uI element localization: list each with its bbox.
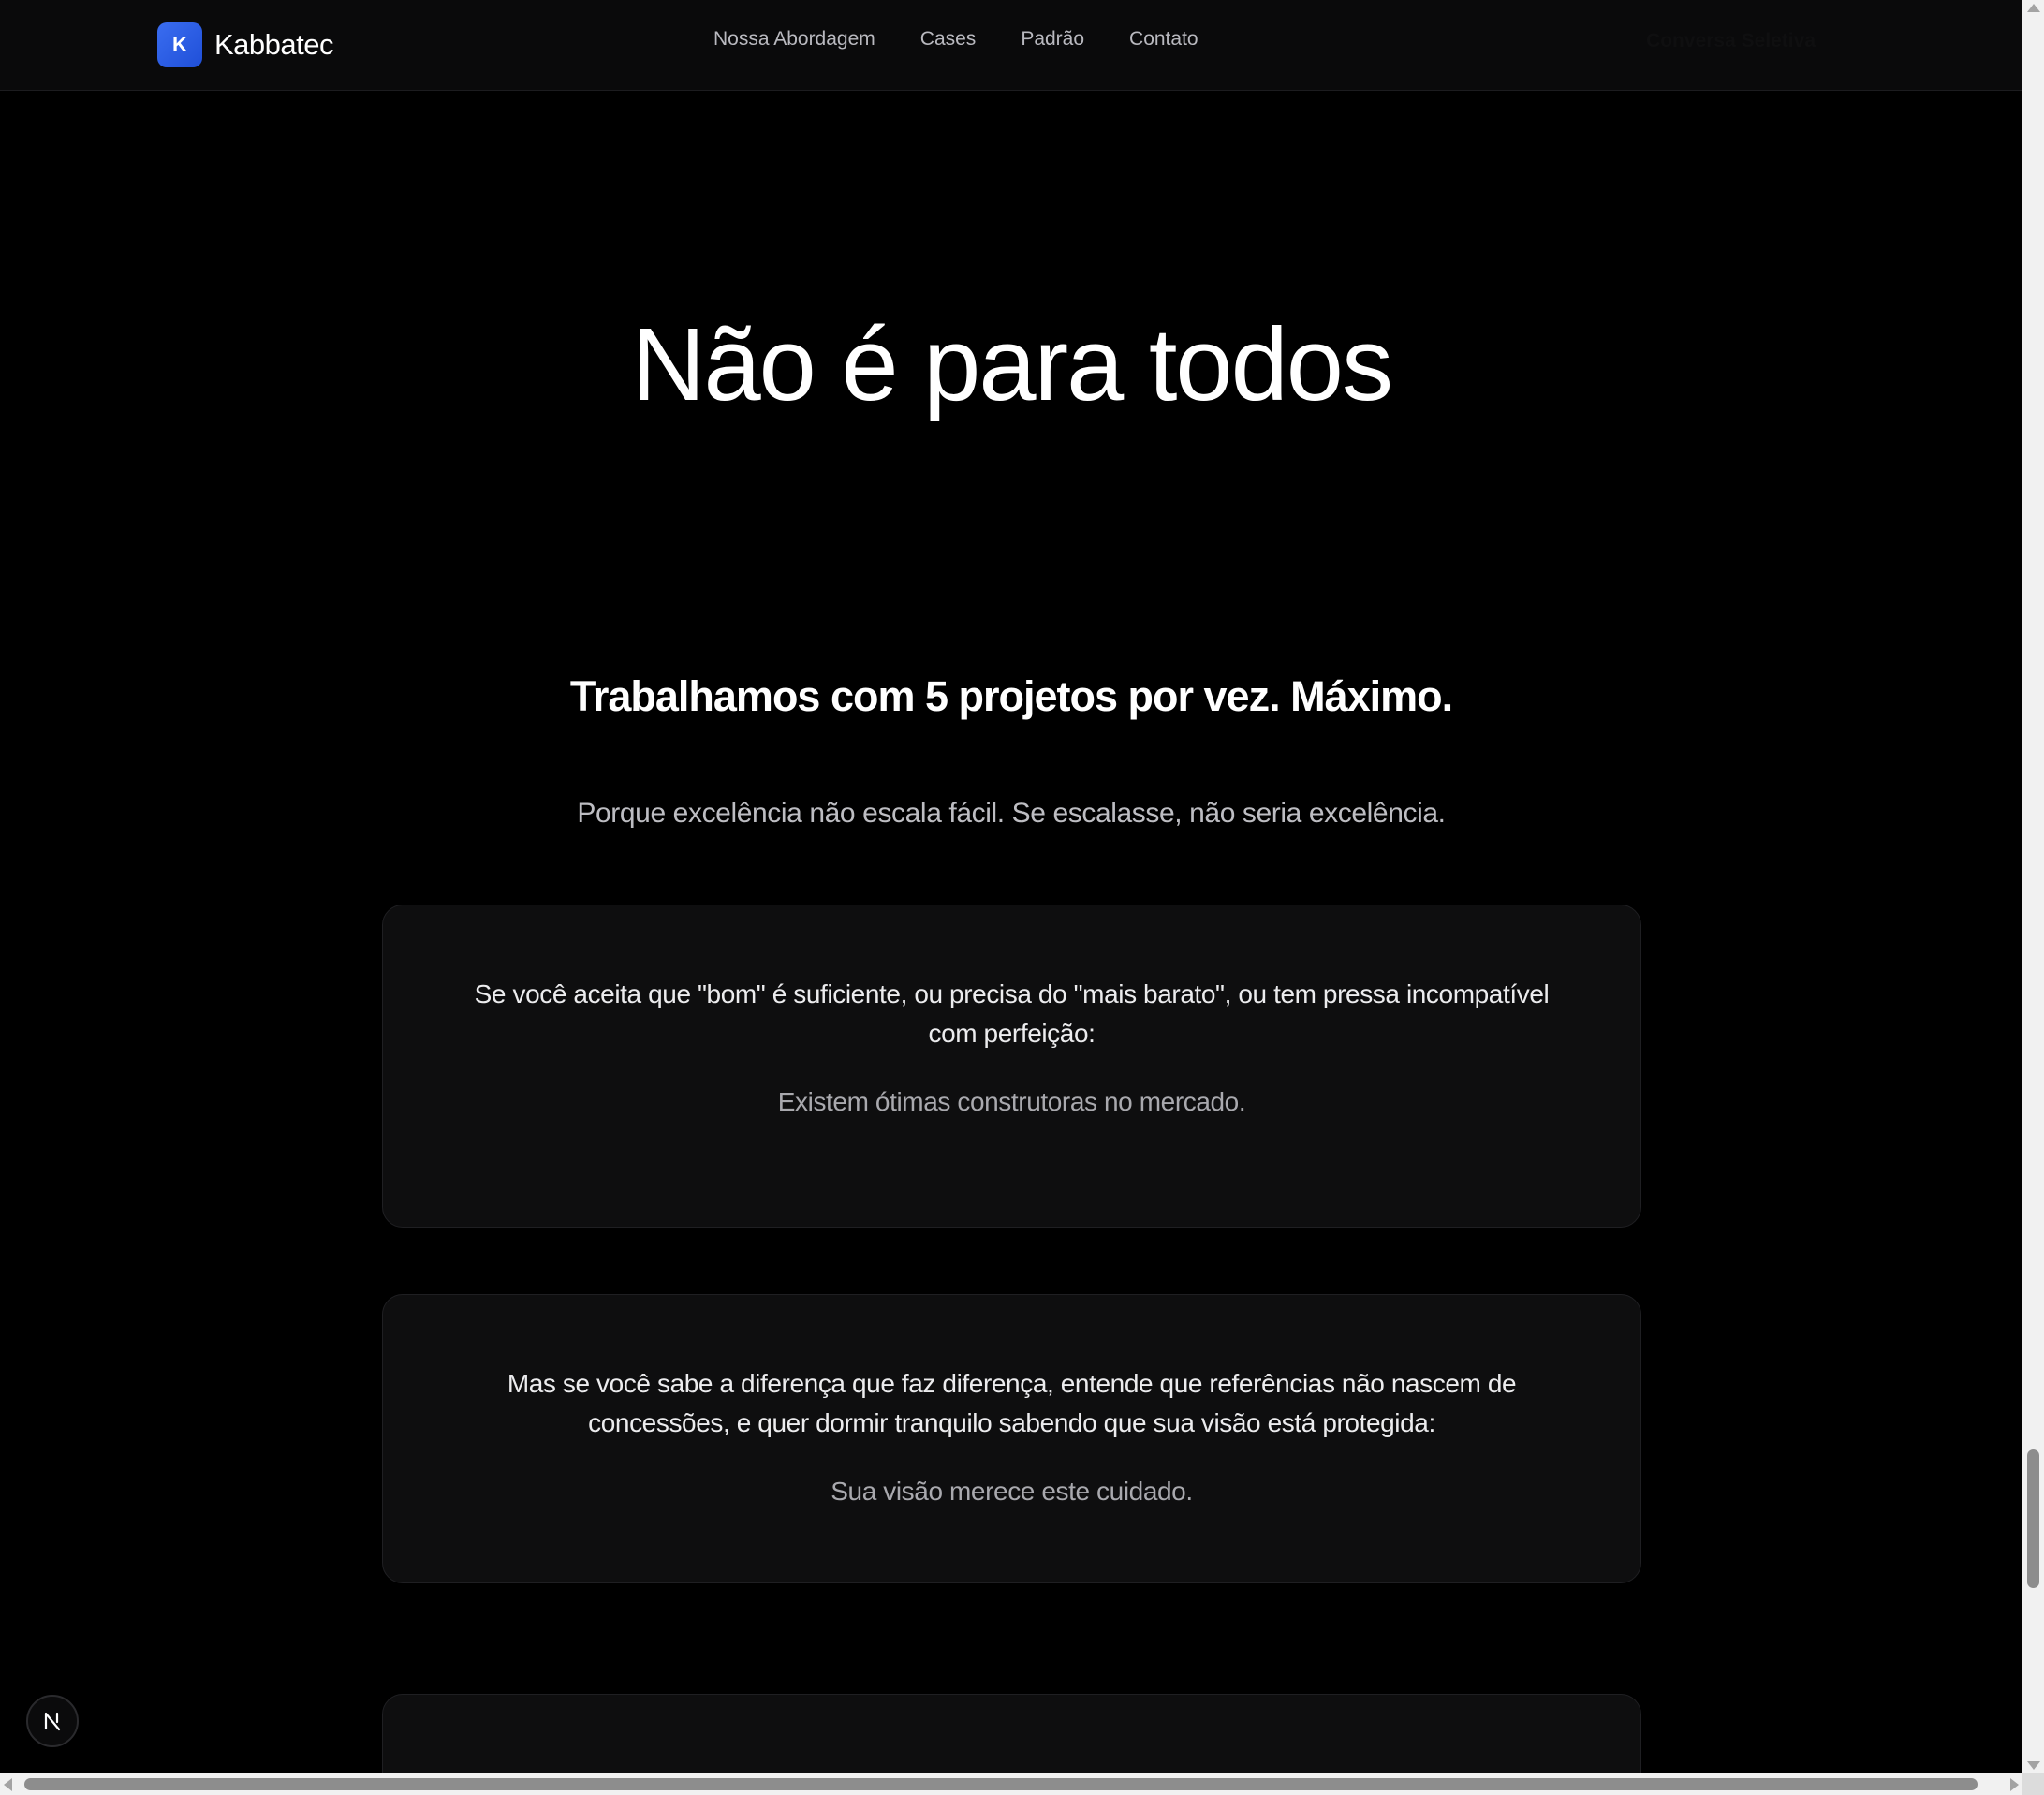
site-header: K Kabbatec Nossa Abordagem Cases Padrão … [0, 0, 2022, 91]
section-lead: Porque excelência não escala fácil. Se e… [577, 798, 1446, 829]
scroll-up-arrow-icon[interactable] [2027, 4, 2040, 12]
page-title: Não é para todos [631, 307, 1393, 422]
conversa-seletiva-button[interactable]: Conversa Seletiva [1640, 29, 1821, 53]
scrollbar-corner [2022, 1773, 2044, 1795]
horizontal-scrollbar[interactable] [0, 1773, 2022, 1795]
brand-name: Kabbatec [214, 28, 334, 61]
info-card-1: Se você aceita que "bom" é suficiente, o… [382, 905, 1641, 1228]
card-sub-text: Sua visão merece este cuidado. [831, 1477, 1193, 1506]
main-nav: Nossa Abordagem Cases Padrão Contato [713, 28, 1198, 51]
n-glyph [44, 1712, 61, 1731]
horizontal-scroll-thumb[interactable] [24, 1778, 1978, 1790]
nav-link-cases[interactable]: Cases [920, 28, 977, 51]
card-main-text: Mas se você sabe a diferença que faz dif… [507, 1369, 1517, 1437]
nav-link-nossa-abordagem[interactable]: Nossa Abordagem [713, 28, 875, 51]
scroll-right-arrow-icon[interactable] [2010, 1778, 2019, 1791]
nav-link-padrao[interactable]: Padrão [1021, 28, 1084, 51]
card-main-text: Se você aceita que "bom" é suficiente, o… [474, 979, 1550, 1048]
vertical-scroll-thumb[interactable] [2027, 1449, 2039, 1588]
nextjs-n-icon[interactable] [26, 1695, 79, 1747]
vertical-scrollbar[interactable] [2022, 0, 2044, 1773]
logo-mark-icon: K [157, 22, 202, 67]
page-viewport: K Kabbatec Nossa Abordagem Cases Padrão … [0, 0, 2022, 1773]
scroll-left-arrow-icon[interactable] [4, 1778, 12, 1791]
nav-link-contato[interactable]: Contato [1129, 28, 1198, 51]
info-card-3 [382, 1694, 1641, 1773]
card-sub-text: Existem ótimas construtoras no mercado. [777, 1087, 1246, 1116]
brand-logo[interactable]: K Kabbatec [157, 22, 334, 67]
info-card-2: Mas se você sabe a diferença que faz dif… [382, 1294, 1641, 1583]
section-subtitle: Trabalhamos com 5 projetos por vez. Máxi… [569, 672, 1453, 720]
scroll-down-arrow-icon[interactable] [2027, 1761, 2040, 1770]
